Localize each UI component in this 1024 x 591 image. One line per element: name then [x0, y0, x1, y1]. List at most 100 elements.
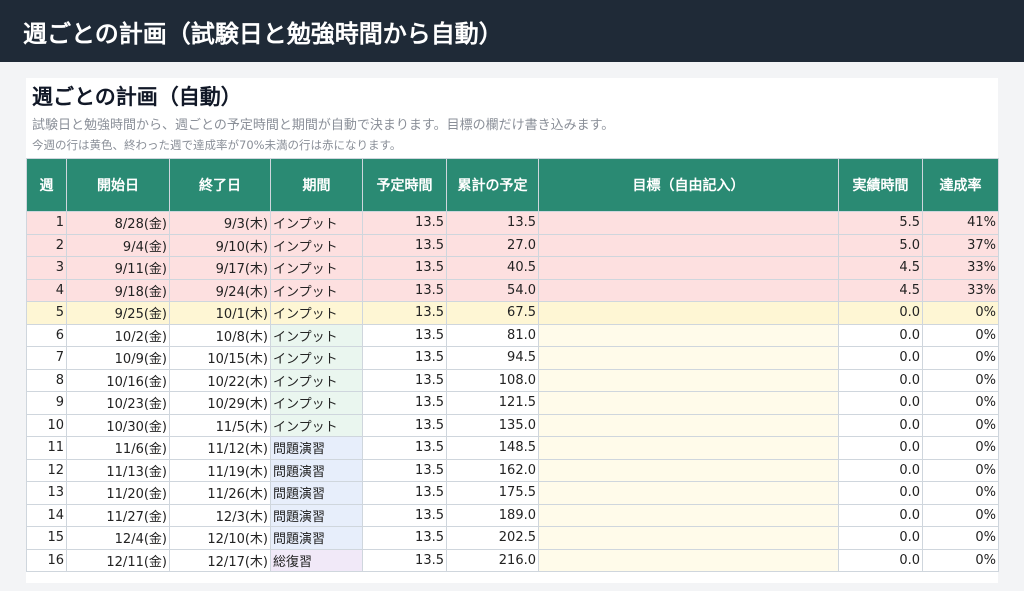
cell-start-date: 9/4(金) [66, 233, 170, 257]
cell-rate: 0% [922, 526, 999, 550]
table-row: 16 12/11(金) 12/17(木) 総復習 13.5 216.0 0.0 0% [26, 548, 999, 572]
cell-rate: 0% [922, 548, 999, 572]
cell-actual: 0.0 [838, 503, 923, 527]
table-row: 11 11/6(金) 11/12(木) 問題演習 13.5 148.5 0.0 0% [26, 436, 999, 460]
cell-planned: 13.5 [362, 481, 447, 505]
cell-end-date: 11/12(木) [169, 436, 271, 460]
cell-cumulative: 81.0 [446, 323, 539, 347]
cell-goal[interactable] [538, 301, 839, 325]
cell-start-date: 10/23(金) [66, 391, 170, 415]
cell-end-date: 12/17(木) [169, 548, 271, 572]
cell-actual: 0.0 [838, 458, 923, 482]
cell-week: 9 [26, 391, 67, 415]
cell-goal[interactable] [538, 548, 839, 572]
cell-week: 11 [26, 436, 67, 460]
cell-goal[interactable] [538, 436, 839, 460]
cell-goal[interactable] [538, 233, 839, 257]
cell-end-date: 9/24(木) [169, 278, 271, 302]
cell-goal[interactable] [538, 211, 839, 235]
cell-week: 10 [26, 413, 67, 437]
cell-phase: 問題演習 [270, 436, 363, 460]
cell-cumulative: 108.0 [446, 368, 539, 392]
cell-start-date: 9/25(金) [66, 301, 170, 325]
plan-panel: 週ごとの計画（自動） 試験日と勉強時間から、週ごとの予定時間と期間が自動で決まり… [26, 78, 999, 583]
cell-goal[interactable] [538, 323, 839, 347]
cell-actual: 0.0 [838, 436, 923, 460]
cell-week: 4 [26, 278, 67, 302]
cell-goal[interactable] [538, 256, 839, 280]
panel-title: 週ごとの計画（自動） [32, 85, 242, 109]
cell-phase: インプット [270, 368, 363, 392]
cell-actual: 0.0 [838, 391, 923, 415]
cell-actual: 5.0 [838, 233, 923, 257]
cell-week: 7 [26, 346, 67, 370]
cell-goal[interactable] [538, 503, 839, 527]
cell-cumulative: 13.5 [446, 211, 539, 235]
cell-goal[interactable] [538, 458, 839, 482]
cell-start-date: 10/9(金) [66, 346, 170, 370]
cell-planned: 13.5 [362, 301, 447, 325]
cell-cumulative: 67.5 [446, 301, 539, 325]
table-row: 4 9/18(金) 9/24(木) インプット 13.5 54.0 4.5 33% [26, 278, 999, 302]
cell-goal[interactable] [538, 368, 839, 392]
cell-rate: 0% [922, 481, 999, 505]
cell-phase: 問題演習 [270, 458, 363, 482]
app-header: 週ごとの計画（試験日と勉強時間から自動） [0, 0, 1024, 62]
cell-actual: 0.0 [838, 526, 923, 550]
cell-start-date: 9/11(金) [66, 256, 170, 280]
cell-phase: インプット [270, 301, 363, 325]
cell-planned: 13.5 [362, 323, 447, 347]
cell-week: 14 [26, 503, 67, 527]
cell-goal[interactable] [538, 391, 839, 415]
cell-goal[interactable] [538, 481, 839, 505]
cell-end-date: 11/26(木) [169, 481, 271, 505]
table-row: 15 12/4(金) 12/10(木) 問題演習 13.5 202.5 0.0 0% [26, 526, 999, 550]
panel-description: 試験日と勉強時間から、週ごとの予定時間と期間が自動で決まります。目標の欄だけ書き… [32, 118, 615, 133]
cell-end-date: 11/5(木) [169, 413, 271, 437]
cell-rate: 0% [922, 301, 999, 325]
cell-start-date: 10/16(金) [66, 368, 170, 392]
app-title: 週ごとの計画（試験日と勉強時間から自動） [23, 20, 503, 48]
panel-note: 今週の行は黄色、終わった週で達成率が70%未満の行は赤になります。 [32, 138, 402, 152]
cell-actual: 0.0 [838, 413, 923, 437]
table-row: 10 10/30(金) 11/5(木) インプット 13.5 135.0 0.0 0% [26, 413, 999, 437]
cell-actual: 0.0 [838, 481, 923, 505]
cell-planned: 13.5 [362, 368, 447, 392]
cell-rate: 0% [922, 413, 999, 437]
cell-actual: 5.5 [838, 211, 923, 235]
cell-goal[interactable] [538, 413, 839, 437]
cell-end-date: 12/3(木) [169, 503, 271, 527]
cell-start-date: 11/20(金) [66, 481, 170, 505]
cell-phase: インプット [270, 413, 363, 437]
cell-start-date: 11/6(金) [66, 436, 170, 460]
cell-planned: 13.5 [362, 346, 447, 370]
cell-rate: 0% [922, 503, 999, 527]
column-header-rate: 達成率 [922, 158, 999, 212]
cell-start-date: 11/27(金) [66, 503, 170, 527]
cell-end-date: 12/10(木) [169, 526, 271, 550]
table-row: 14 11/27(金) 12/3(木) 問題演習 13.5 189.0 0.0 0% [26, 503, 999, 527]
cell-cumulative: 202.5 [446, 526, 539, 550]
cell-end-date: 9/10(木) [169, 233, 271, 257]
cell-actual: 0.0 [838, 368, 923, 392]
table-row: 5 9/25(金) 10/1(木) インプット 13.5 67.5 0.0 0% [26, 301, 999, 325]
cell-planned: 13.5 [362, 256, 447, 280]
cell-week: 1 [26, 211, 67, 235]
cell-rate: 41% [922, 211, 999, 235]
cell-rate: 33% [922, 278, 999, 302]
cell-goal[interactable] [538, 526, 839, 550]
cell-phase: インプット [270, 233, 363, 257]
cell-planned: 13.5 [362, 526, 447, 550]
cell-goal[interactable] [538, 346, 839, 370]
cell-end-date: 10/22(木) [169, 368, 271, 392]
cell-rate: 0% [922, 436, 999, 460]
cell-actual: 4.5 [838, 256, 923, 280]
cell-week: 16 [26, 548, 67, 572]
column-header-cumulative: 累計の予定 [446, 158, 539, 212]
column-header-phase: 期間 [270, 158, 363, 212]
cell-phase: インプット [270, 323, 363, 347]
cell-goal[interactable] [538, 278, 839, 302]
cell-planned: 13.5 [362, 211, 447, 235]
cell-start-date: 12/4(金) [66, 526, 170, 550]
cell-week: 2 [26, 233, 67, 257]
